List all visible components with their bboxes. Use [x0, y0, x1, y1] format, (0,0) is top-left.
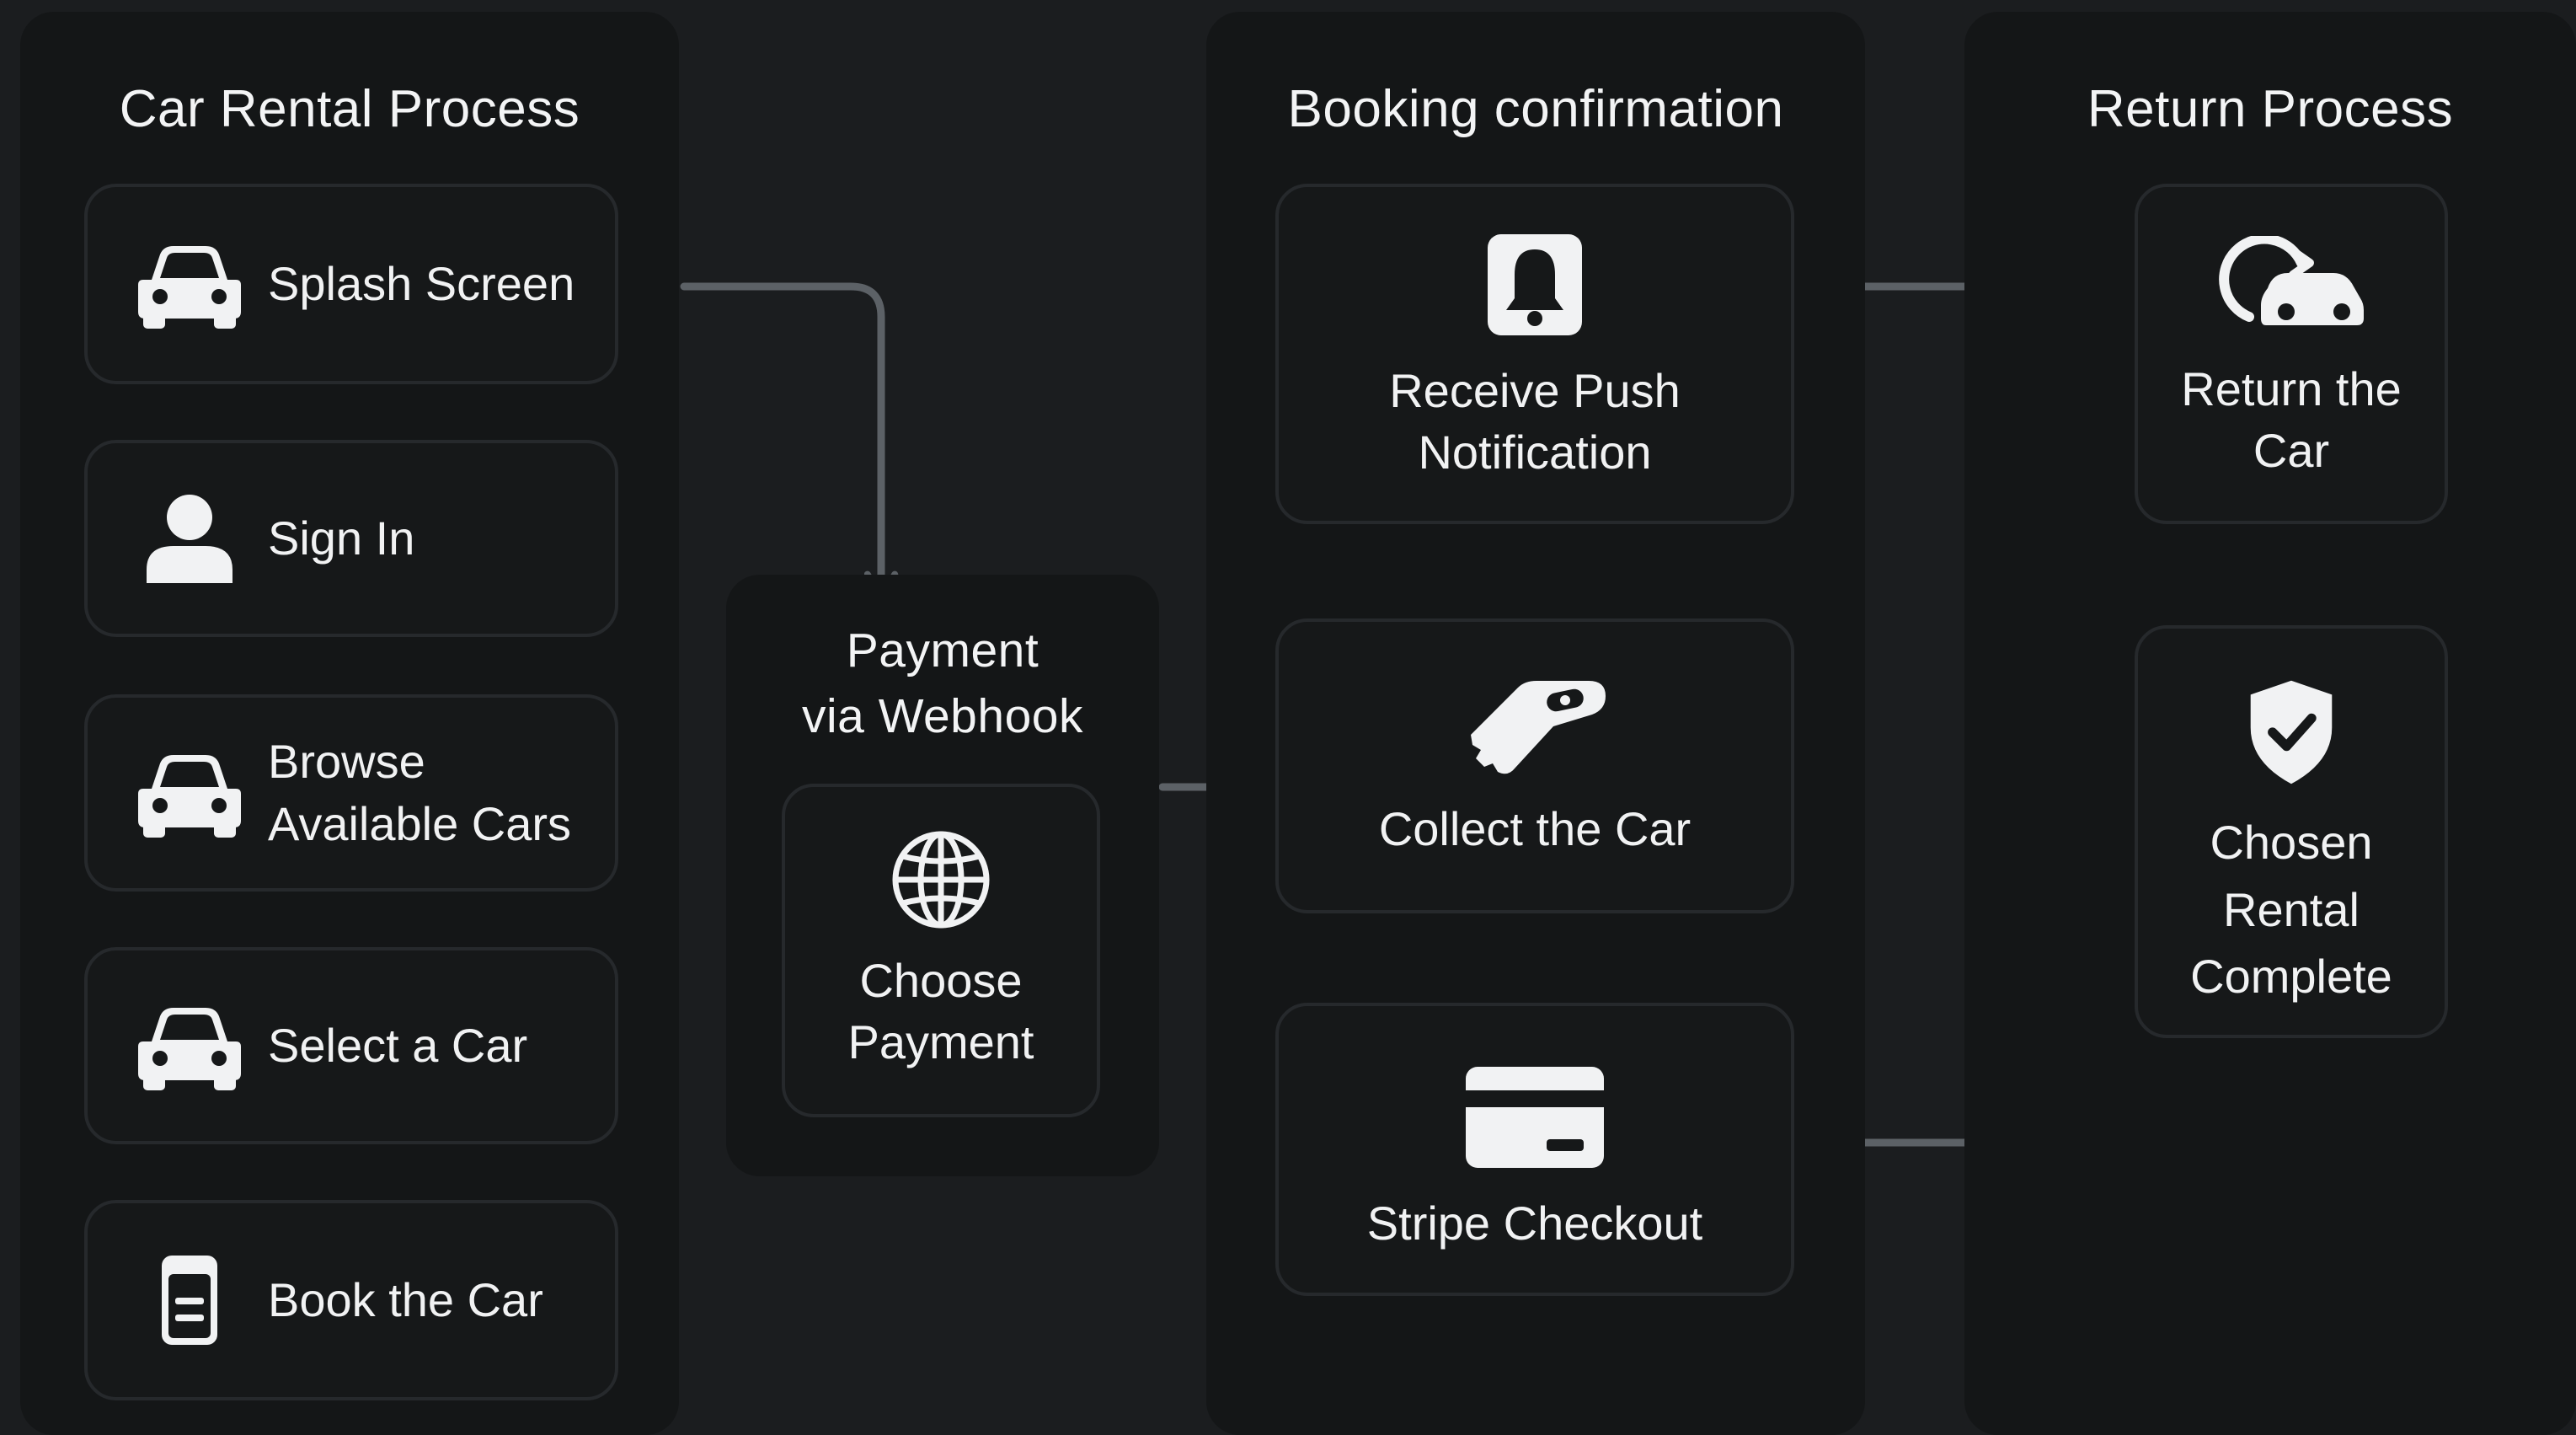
step-collect-the-car[interactable]: Collect the Car — [1275, 618, 1794, 913]
car-icon — [138, 246, 241, 329]
step-label: Book the Car — [268, 1272, 543, 1326]
step-return-the-car[interactable]: Return the Car — [2135, 184, 2448, 524]
key-icon — [1471, 681, 1606, 774]
globe-icon — [892, 831, 990, 929]
bell-icon — [1488, 234, 1582, 335]
step-choose-payment[interactable]: Choose Payment — [782, 784, 1100, 1117]
step-receive-push-notification[interactable]: Receive Push Notification — [1275, 184, 1794, 524]
step-sign-in[interactable]: Sign In — [84, 440, 618, 637]
step-book-the-car[interactable]: Book the Car — [84, 1200, 618, 1400]
shield-check-icon — [2250, 680, 2333, 784]
step-label: Sign In — [268, 511, 415, 565]
panel-title-booking: Booking confirmation — [1287, 80, 1784, 138]
document-icon — [162, 1256, 217, 1345]
step-label: Collect the Car — [1378, 802, 1692, 855]
arrow-splash-to-payment — [680, 282, 899, 602]
car-icon — [138, 755, 241, 838]
panel-title-car-rental: Car Rental Process — [119, 80, 580, 138]
car-icon — [138, 1008, 241, 1090]
credit-card-icon — [1466, 1067, 1604, 1168]
step-chosen-rental-complete[interactable]: Chosen Rental Complete — [2135, 625, 2448, 1038]
step-select-a-car[interactable]: Select a Car — [84, 947, 618, 1144]
step-label: Splash Screen — [268, 256, 575, 310]
step-browse-available-cars[interactable]: Browse Available Cars — [84, 694, 618, 892]
step-label: Receive Push Notification — [1389, 364, 1681, 479]
panel-title-payment: Payment via Webhook — [802, 624, 1083, 743]
car-return-icon — [2219, 236, 2364, 325]
step-stripe-checkout[interactable]: Stripe Checkout — [1275, 1003, 1794, 1296]
step-label: Return the Car — [2181, 362, 2402, 477]
step-label: Browse Available Cars — [268, 734, 572, 850]
user-icon — [147, 495, 232, 583]
step-label: Chosen Rental Complete — [2190, 816, 2392, 1004]
step-splash-screen[interactable]: Splash Screen — [84, 184, 618, 384]
step-label: Select a Car — [268, 1018, 528, 1072]
step-label: Choose Payment — [847, 954, 1034, 1068]
panel-title-return: Return Process — [2087, 80, 2454, 138]
step-label: Stripe Checkout — [1366, 1197, 1703, 1250]
